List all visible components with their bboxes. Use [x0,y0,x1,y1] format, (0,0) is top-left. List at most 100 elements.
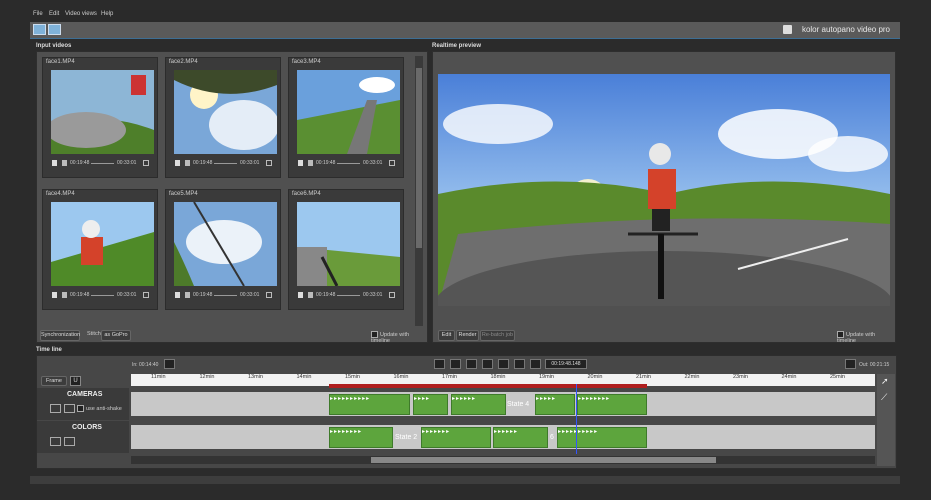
play-icon[interactable] [482,359,493,369]
stitch-select[interactable]: as GoPro [101,330,131,341]
status-bar [30,476,900,484]
volume-icon[interactable] [62,160,67,166]
pointer-tool-icon[interactable]: ➚ [881,376,889,387]
menu-file[interactable]: File [33,11,43,17]
video-name: face5.MP4 [169,191,198,197]
fullscreen-icon[interactable] [143,160,149,166]
toolbar: kolor autopano video pro [30,22,900,39]
frame-button[interactable]: Frame [41,376,67,386]
go-end-icon[interactable] [530,359,541,369]
menu-bar: File Edit Video views Help [30,10,900,22]
panorama-preview[interactable] [438,74,890,306]
play-icon[interactable] [175,160,180,166]
volume-icon[interactable] [185,160,190,166]
video-tile-5[interactable]: face5.MP4 00:19:48 00:33:01 [165,189,281,310]
set-out-button[interactable] [845,359,856,369]
video-total-time: 00:33:01 [117,292,137,298]
step-forward-icon[interactable] [498,359,509,369]
cameras-keyframe-icon[interactable] [50,404,61,413]
colors-add-icon[interactable] [64,437,75,446]
play-icon[interactable] [175,292,180,298]
play-icon[interactable] [298,292,303,298]
menu-video-views[interactable]: Video views [65,11,97,17]
fullscreen-icon[interactable] [389,292,395,298]
import-icon[interactable] [33,24,46,35]
video-controls: 00:19:48 00:33:01 [174,159,277,169]
preview-update-checkbox[interactable]: Update with timeline [837,331,895,344]
playhead-cursor[interactable] [576,384,577,454]
menu-edit[interactable]: Edit [49,11,59,17]
cameras-clip-5[interactable]: ▸▸▸▸▸▸▸▸ [577,394,647,415]
video-seek-bar[interactable] [91,163,114,164]
work-range-bar[interactable] [329,384,647,388]
fullscreen-icon[interactable] [143,292,149,298]
video-frame[interactable] [51,70,154,154]
edit-button[interactable]: Edit [438,330,455,341]
timeline-scrollbar[interactable] [131,456,875,464]
video-name: face3.MP4 [292,59,321,65]
colors-keyframe-icon[interactable] [50,437,61,446]
input-update-checkbox[interactable]: Update with timeline [371,331,427,344]
go-start-icon[interactable] [434,359,445,369]
video-seek-bar[interactable] [214,163,237,164]
synchronization-button[interactable]: Synchronization [40,330,80,341]
cameras-clip-1[interactable]: ▸▸▸▸▸▸▸▸▸▸ [329,394,410,415]
video-total-time: 00:33:01 [363,160,383,166]
prev-mark-icon[interactable] [450,359,461,369]
video-tile-6[interactable]: face6.MP4 00:19:48 00:33:01 [288,189,404,310]
video-seek-bar[interactable] [337,295,360,296]
u-button[interactable]: U [70,376,81,386]
cameras-clip-2[interactable]: ▸▸▸▸ [413,394,448,415]
video-seek-bar[interactable] [337,163,360,164]
colors-clip-4[interactable]: ▸▸▸▸▸▸▸▸▸▸ [557,427,647,448]
colors-clip-1[interactable]: ▸▸▸▸▸▸▸▸ [329,427,393,448]
colors-clip-3[interactable]: ▸▸▸▸▸▸ [493,427,548,448]
video-frame[interactable] [297,70,400,154]
fullscreen-icon[interactable] [389,160,395,166]
set-in-button[interactable] [164,359,175,369]
ruler-tick: 19min [539,374,554,380]
ruler-tick: 15min [345,374,360,380]
menu-help[interactable]: Help [101,11,113,17]
next-mark-icon[interactable] [514,359,525,369]
video-frame[interactable] [297,202,400,286]
volume-icon[interactable] [308,160,313,166]
video-controls: 00:19:48 00:33:01 [297,291,400,301]
anti-shake-checkbox[interactable]: use anti-shake [77,405,122,412]
cameras-add-icon[interactable] [64,404,75,413]
stitch-label: Stitch [87,331,101,337]
stitch-icon[interactable] [48,24,61,35]
video-tile-3[interactable]: face3.MP4 00:19:48 00:33:01 [288,57,404,178]
video-tile-1[interactable]: face1.MP4 00:19:48 00:33:01 [42,57,158,178]
play-icon[interactable] [298,160,303,166]
video-seek-bar[interactable] [91,295,114,296]
cameras-clip-4[interactable]: ▸▸▸▸▸ [535,394,575,415]
input-scrollbar[interactable] [415,56,423,326]
volume-icon[interactable] [62,292,67,298]
play-icon[interactable] [52,160,57,166]
video-controls: 00:19:48 00:33:01 [297,159,400,169]
video-frame[interactable] [174,202,277,286]
render-button[interactable]: Render [456,330,479,341]
timeline-panel: In: 00:14:40 00:19:48.148 Out: 00:21:15 … [36,355,897,469]
fullscreen-icon[interactable] [266,292,272,298]
video-tile-4[interactable]: face4.MP4 00:19:48 00:33:01 [42,189,158,310]
cameras-clip-3[interactable]: ▸▸▸▸▸▸ [451,394,506,415]
current-time-field[interactable]: 00:19:48.148 [545,359,587,369]
video-current-time: 00:19:48 [70,160,90,166]
rebatch-button[interactable]: Re-batch job [480,330,515,341]
volume-icon[interactable] [308,292,313,298]
volume-icon[interactable] [185,292,190,298]
input-videos-panel: face1.MP4 00:19:48 00:33:01 face2.MP4 00:19:… [36,51,428,344]
cut-tool-icon[interactable]: ⟋ [881,392,887,403]
video-frame[interactable] [51,202,154,286]
play-icon[interactable] [52,292,57,298]
timeline-tools: ➚ ⟋ [877,374,895,466]
step-back-icon[interactable] [466,359,477,369]
fullscreen-icon[interactable] [266,160,272,166]
video-tile-2[interactable]: face2.MP4 00:19:48 00:33:01 [165,57,281,178]
video-total-time: 00:33:01 [363,292,383,298]
video-frame[interactable] [174,70,277,154]
video-seek-bar[interactable] [214,295,237,296]
colors-clip-2[interactable]: ▸▸▸▸▸▸▸ [421,427,491,448]
